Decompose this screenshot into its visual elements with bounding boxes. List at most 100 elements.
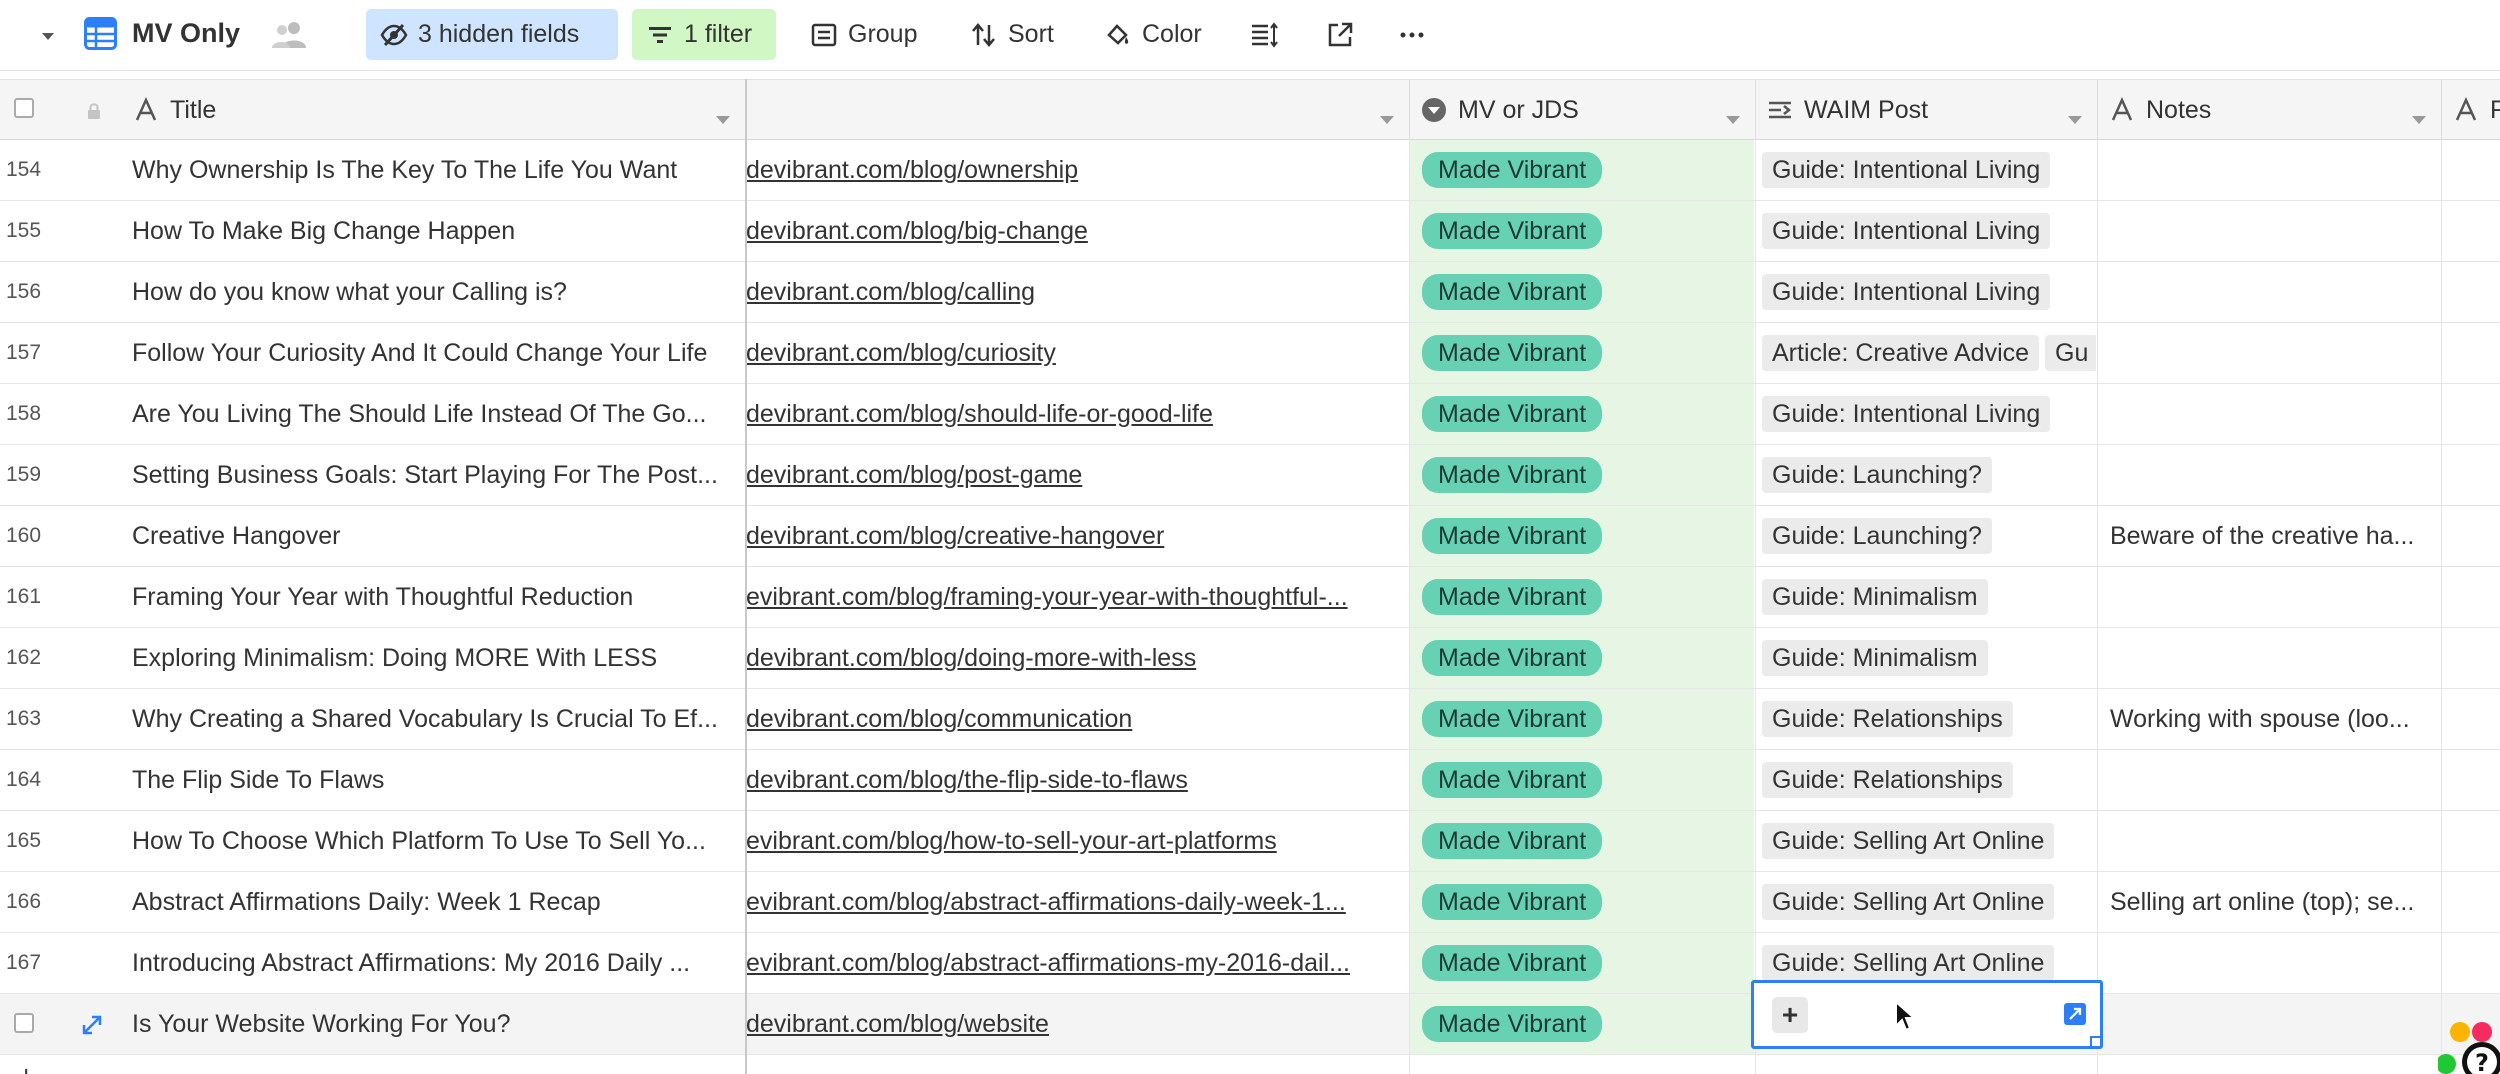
mv-or-jds-cell[interactable]: Made Vibrant	[1410, 750, 1754, 810]
waim-post-cell[interactable]: Guide: Minimalism	[1756, 628, 2096, 688]
notes-cell[interactable]: Working with spouse (loo...	[2098, 689, 2440, 749]
table-row[interactable]: 166 Abstract Affirmations Daily: Week 1 R…	[0, 872, 2500, 933]
url-link[interactable]: devibrant.com/blog/doing-more-with-less	[746, 628, 1406, 688]
title-cell[interactable]: How do you know what your Calling is?	[132, 262, 746, 322]
url-link[interactable]: devibrant.com/blog/post-game	[746, 445, 1406, 505]
mv-or-jds-cell[interactable]: Made Vibrant	[1410, 689, 1754, 749]
url-link[interactable]: evibrant.com/blog/abstract-affirmations-…	[746, 933, 1406, 993]
column-header-notes[interactable]: Notes	[2098, 80, 2442, 140]
table-row[interactable]: 161 Framing Your Year with Thoughtful Red…	[0, 567, 2500, 628]
title-cell[interactable]: Why Ownership Is The Key To The Life You…	[132, 140, 746, 200]
hidden-fields-button[interactable]: 3 hidden fields	[366, 9, 618, 60]
url-link[interactable]: devibrant.com/blog/calling	[746, 262, 1406, 322]
chevron-down-icon[interactable]	[715, 104, 731, 124]
column-header-mv-or-jds[interactable]: MV or JDS	[1410, 80, 1756, 140]
linked-record-pill[interactable]: Guide: Intentional Living	[1762, 396, 2051, 432]
title-cell[interactable]: Exploring Minimalism: Doing MORE With LE…	[132, 628, 746, 688]
notes-cell[interactable]	[2098, 384, 2440, 444]
notes-cell[interactable]	[2098, 567, 2440, 627]
notes-cell[interactable]	[2098, 445, 2440, 505]
linked-record-pill[interactable]: Article: Creative Advice	[1762, 335, 2040, 371]
notes-cell[interactable]	[2098, 201, 2440, 261]
table-row[interactable]: 164 The Flip Side To Flaws devibrant.com/b…	[0, 750, 2500, 811]
mv-or-jds-cell[interactable]: Made Vibrant	[1410, 872, 1754, 932]
title-cell[interactable]: Is Your Website Working For You?	[132, 994, 746, 1054]
linked-record-pill[interactable]: Guide: Selling Art Online	[1762, 945, 2055, 981]
title-cell[interactable]: How To Make Big Change Happen	[132, 201, 746, 261]
title-cell[interactable]: How To Choose Which Platform To Use To S…	[132, 811, 746, 871]
title-cell[interactable]: Creative Hangover	[132, 506, 746, 566]
waim-post-cell[interactable]: Guide: Intentional Living	[1756, 384, 2096, 444]
chevron-down-icon[interactable]	[1725, 104, 1741, 124]
table-row[interactable]: 155 How To Make Big Change Happen devibran…	[0, 201, 2500, 262]
waim-post-cell[interactable]: Guide: Selling Art Online	[1756, 811, 2096, 871]
table-row[interactable]: 157 Follow Your Curiosity And It Could Ch…	[0, 323, 2500, 384]
linked-record-pill[interactable]: Guide: Relationships	[1762, 701, 2013, 737]
linked-record-pill[interactable]: Guide: Selling Art Online	[1762, 823, 2055, 859]
collaborative-view-icon[interactable]	[272, 19, 308, 49]
waim-post-cell[interactable]: Guide: Selling Art Online	[1756, 872, 2096, 932]
url-link[interactable]: devibrant.com/blog/ownership	[746, 140, 1406, 200]
title-cell[interactable]: Follow Your Curiosity And It Could Chang…	[132, 323, 746, 383]
mv-or-jds-cell[interactable]: Made Vibrant	[1410, 201, 1754, 261]
url-link[interactable]: evibrant.com/blog/abstract-affirmations-…	[746, 872, 1406, 932]
notes-cell[interactable]	[2098, 933, 2440, 993]
mv-or-jds-cell[interactable]: Made Vibrant	[1410, 140, 1754, 200]
linked-record-pill[interactable]: Guide: Selling Art Online	[1762, 884, 2055, 920]
sort-button[interactable]: Sort	[956, 9, 1068, 60]
fill-handle[interactable]	[2090, 1036, 2102, 1048]
notes-cell[interactable]	[2098, 140, 2440, 200]
table-row[interactable]: Is Your Website Working For You? devibran…	[0, 994, 2500, 1055]
column-header-waim-post[interactable]: WAIM Post	[1756, 80, 2098, 140]
url-link[interactable]: devibrant.com/blog/the-flip-side-to-flaw…	[746, 750, 1406, 810]
url-link[interactable]: devibrant.com/blog/website	[746, 994, 1406, 1054]
title-cell[interactable]: Introducing Abstract Affirmations: My 20…	[132, 933, 746, 993]
mv-or-jds-cell[interactable]: Made Vibrant	[1410, 994, 1754, 1054]
column-header-title[interactable]: Title	[82, 80, 746, 140]
url-link[interactable]: evibrant.com/blog/how-to-sell-your-art-p…	[746, 811, 1406, 871]
notes-cell[interactable]: Selling art online (top); se...	[2098, 872, 2440, 932]
expand-record-icon[interactable]	[80, 1013, 104, 1037]
mv-or-jds-cell[interactable]: Made Vibrant	[1410, 506, 1754, 566]
linked-record-pill[interactable]: Guide: Launching?	[1762, 457, 1992, 493]
column-header-next[interactable]: F	[2442, 80, 2500, 140]
mv-or-jds-cell[interactable]: Made Vibrant	[1410, 384, 1754, 444]
table-row[interactable]: 159 Setting Business Goals: Start Playing…	[0, 445, 2500, 506]
group-button[interactable]: Group	[796, 9, 931, 60]
waim-post-cell[interactable]: Guide: Launching?	[1756, 445, 2096, 505]
add-record-button[interactable]: +	[18, 1060, 34, 1074]
notes-cell[interactable]	[2098, 994, 2440, 1054]
view-menu-caret-icon[interactable]	[36, 24, 60, 48]
url-link[interactable]: devibrant.com/blog/communication	[746, 689, 1406, 749]
url-link[interactable]: devibrant.com/blog/big-change	[746, 201, 1406, 261]
frozen-column-divider[interactable]	[745, 79, 747, 1074]
view-name[interactable]: MV Only	[132, 18, 240, 49]
waim-post-cell[interactable]: Guide: Minimalism	[1756, 567, 2096, 627]
table-row[interactable]: 154 Why Ownership Is The Key To The Life …	[0, 140, 2500, 201]
url-link[interactable]: devibrant.com/blog/should-life-or-good-l…	[746, 384, 1406, 444]
color-button[interactable]: Color	[1090, 9, 1216, 60]
mv-or-jds-cell[interactable]: Made Vibrant	[1410, 933, 1754, 993]
table-row[interactable]: 167 Introducing Abstract Affirmations: My…	[0, 933, 2500, 994]
notes-cell[interactable]	[2098, 323, 2440, 383]
linked-record-pill[interactable]: Guide: Relationships	[1762, 762, 2013, 798]
mv-or-jds-cell[interactable]: Made Vibrant	[1410, 567, 1754, 627]
waim-post-cell[interactable]: Guide: Relationships	[1756, 750, 2096, 810]
more-options-icon[interactable]	[1394, 17, 1430, 53]
chevron-down-icon[interactable]	[2067, 104, 2083, 124]
url-link[interactable]: devibrant.com/blog/curiosity	[746, 323, 1406, 383]
notes-cell[interactable]	[2098, 628, 2440, 688]
table-row[interactable]: 160 Creative Hangover devibrant.com/blog/c…	[0, 506, 2500, 567]
title-cell[interactable]: Abstract Affirmations Daily: Week 1 Reca…	[132, 872, 746, 932]
mv-or-jds-cell[interactable]: Made Vibrant	[1410, 811, 1754, 871]
url-link[interactable]: evibrant.com/blog/framing-your-year-with…	[746, 567, 1406, 627]
help-widget-icon[interactable]: ?	[2436, 1020, 2500, 1074]
title-cell[interactable]: Are You Living The Should Life Instead O…	[132, 384, 746, 444]
notes-cell[interactable]	[2098, 811, 2440, 871]
notes-cell[interactable]	[2098, 750, 2440, 810]
title-cell[interactable]: Setting Business Goals: Start Playing Fo…	[132, 445, 746, 505]
waim-post-cell[interactable]: Guide: Intentional Living	[1756, 140, 2096, 200]
mv-or-jds-cell[interactable]: Made Vibrant	[1410, 262, 1754, 322]
title-cell[interactable]: Why Creating a Shared Vocabulary Is Cruc…	[132, 689, 746, 749]
table-row[interactable]: 158 Are You Living The Should Life Instea…	[0, 384, 2500, 445]
